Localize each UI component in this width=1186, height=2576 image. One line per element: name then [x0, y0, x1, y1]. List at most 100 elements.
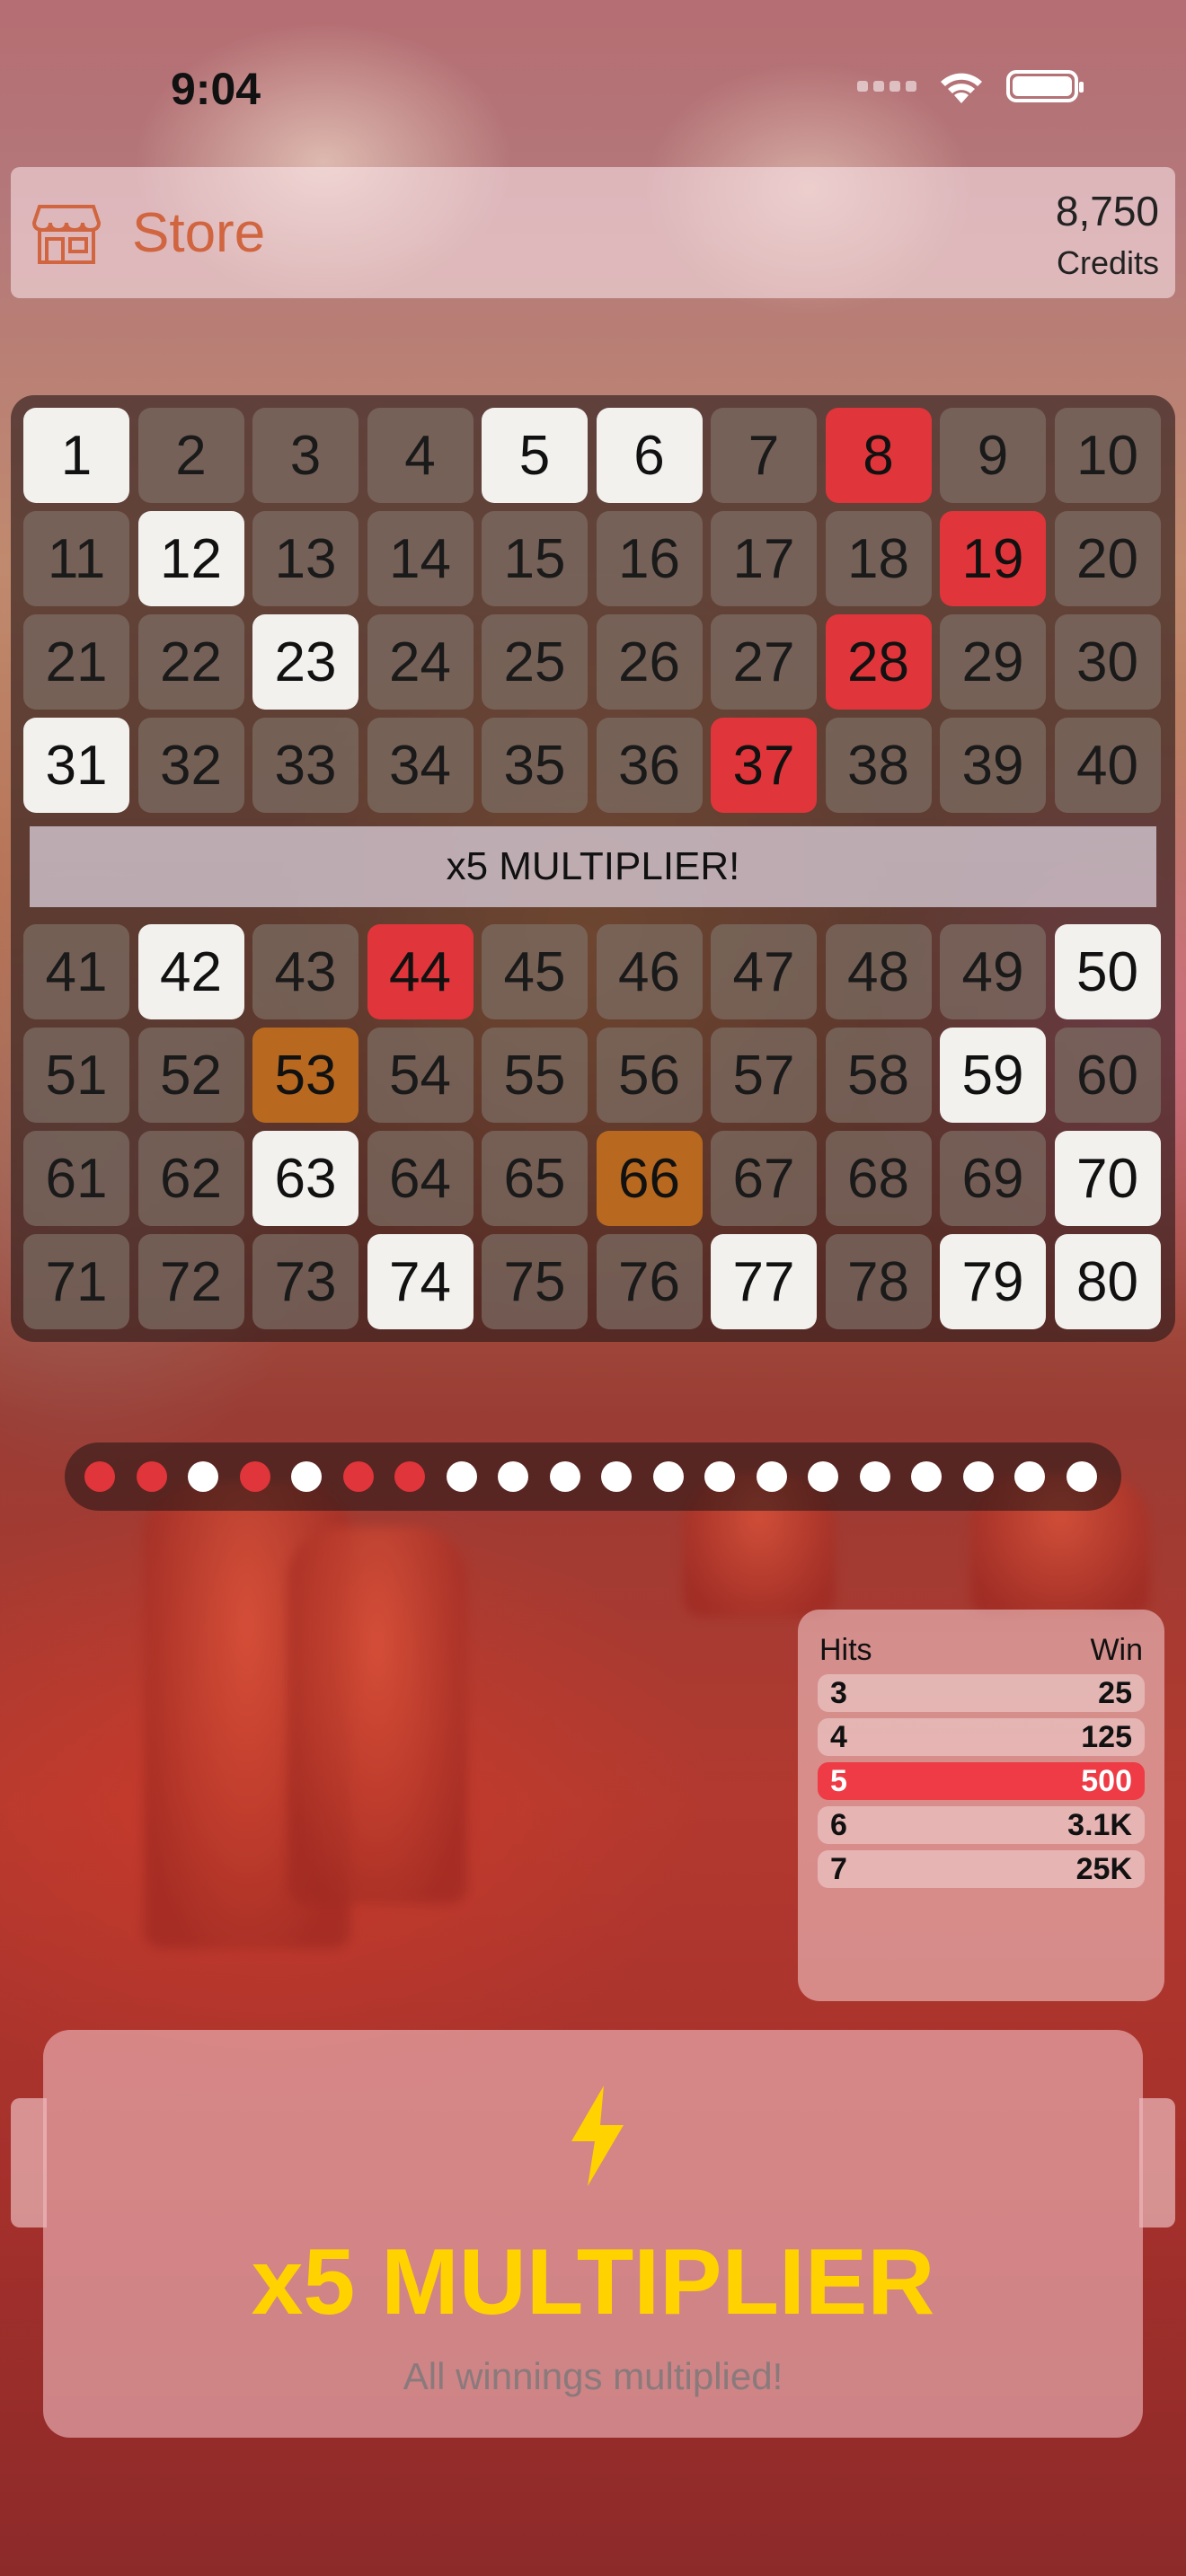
number-cell-65[interactable]: 65 [482, 1131, 588, 1226]
number-cell-68[interactable]: 68 [825, 1131, 932, 1226]
paytable-win: 25K [1075, 1851, 1132, 1886]
store-header[interactable]: Store 8,750 Credits [11, 167, 1175, 298]
hits-header: Hits [819, 1633, 872, 1667]
number-cell-16[interactable]: 16 [596, 511, 703, 606]
number-cell-43[interactable]: 43 [252, 924, 358, 1019]
number-cell-67[interactable]: 67 [711, 1131, 817, 1226]
number-cell-17[interactable]: 17 [711, 511, 817, 606]
draw-dot [704, 1461, 735, 1492]
number-cell-56[interactable]: 56 [596, 1028, 703, 1123]
number-cell-34[interactable]: 34 [367, 718, 474, 813]
number-cell-80[interactable]: 80 [1054, 1234, 1161, 1329]
draw-dot [859, 1461, 890, 1492]
number-cell-35[interactable]: 35 [482, 718, 588, 813]
number-cell-52[interactable]: 52 [137, 1028, 244, 1123]
paytable-rows: 3 25 4 125 5 500 6 3.1K 7 25K [818, 1674, 1145, 1894]
number-cell-57[interactable]: 57 [711, 1028, 817, 1123]
number-cell-45[interactable]: 45 [482, 924, 588, 1019]
number-cell-32[interactable]: 32 [137, 718, 244, 813]
number-cell-77[interactable]: 77 [711, 1234, 817, 1329]
number-cell-20[interactable]: 20 [1054, 511, 1161, 606]
number-cell-64[interactable]: 64 [367, 1131, 474, 1226]
number-cell-78[interactable]: 78 [825, 1234, 932, 1329]
number-cell-49[interactable]: 49 [940, 924, 1046, 1019]
number-cell-42[interactable]: 42 [137, 924, 244, 1019]
paytable-header: Hits Win [819, 1633, 1143, 1668]
number-cell-25[interactable]: 25 [482, 614, 588, 710]
number-cell-73[interactable]: 73 [252, 1234, 358, 1329]
number-cell-46[interactable]: 46 [596, 924, 703, 1019]
number-cell-60[interactable]: 60 [1054, 1028, 1161, 1123]
number-cell-10[interactable]: 10 [1054, 408, 1161, 503]
number-cell-11[interactable]: 11 [23, 511, 129, 606]
number-cell-61[interactable]: 61 [23, 1131, 129, 1226]
number-cell-28[interactable]: 28 [825, 614, 932, 710]
number-cell-41[interactable]: 41 [23, 924, 129, 1019]
paytable-row: 7 25K [818, 1850, 1145, 1888]
number-cell-22[interactable]: 22 [137, 614, 244, 710]
number-cell-74[interactable]: 74 [367, 1234, 474, 1329]
number-cell-40[interactable]: 40 [1054, 718, 1161, 813]
number-cell-66[interactable]: 66 [596, 1131, 703, 1226]
number-cell-13[interactable]: 13 [252, 511, 358, 606]
number-cell-15[interactable]: 15 [482, 511, 588, 606]
number-cell-59[interactable]: 59 [940, 1028, 1046, 1123]
win-header: Win [1090, 1633, 1143, 1667]
number-cell-26[interactable]: 26 [596, 614, 703, 710]
number-cell-50[interactable]: 50 [1054, 924, 1161, 1019]
number-cell-19[interactable]: 19 [940, 511, 1046, 606]
number-cell-6[interactable]: 6 [596, 408, 703, 503]
number-cell-62[interactable]: 62 [137, 1131, 244, 1226]
number-cell-29[interactable]: 29 [940, 614, 1046, 710]
number-cell-21[interactable]: 21 [23, 614, 129, 710]
number-cell-71[interactable]: 71 [23, 1234, 129, 1329]
number-cell-55[interactable]: 55 [482, 1028, 588, 1123]
number-cell-58[interactable]: 58 [825, 1028, 932, 1123]
number-cell-70[interactable]: 70 [1054, 1131, 1161, 1226]
number-cell-75[interactable]: 75 [482, 1234, 588, 1329]
number-cell-31[interactable]: 31 [23, 718, 129, 813]
number-cell-72[interactable]: 72 [137, 1234, 244, 1329]
number-cell-12[interactable]: 12 [137, 511, 244, 606]
number-cell-4[interactable]: 4 [367, 408, 474, 503]
number-cell-5[interactable]: 5 [482, 408, 588, 503]
number-cell-47[interactable]: 47 [711, 924, 817, 1019]
number-cell-30[interactable]: 30 [1054, 614, 1161, 710]
paytable-hits: 3 [830, 1675, 847, 1710]
number-cell-18[interactable]: 18 [825, 511, 932, 606]
number-cell-69[interactable]: 69 [940, 1131, 1046, 1226]
number-cell-27[interactable]: 27 [711, 614, 817, 710]
lightning-bolt-icon [571, 2086, 624, 2186]
number-cell-24[interactable]: 24 [367, 614, 474, 710]
number-cell-53[interactable]: 53 [252, 1028, 358, 1123]
draw-dot [342, 1461, 374, 1492]
number-cell-8[interactable]: 8 [825, 408, 932, 503]
number-cell-38[interactable]: 38 [825, 718, 932, 813]
status-icons [857, 67, 1084, 105]
number-cell-79[interactable]: 79 [940, 1234, 1046, 1329]
number-cell-37[interactable]: 37 [711, 718, 817, 813]
number-cell-44[interactable]: 44 [367, 924, 474, 1019]
number-cell-54[interactable]: 54 [367, 1028, 474, 1123]
number-cell-7[interactable]: 7 [711, 408, 817, 503]
store-icon [32, 205, 101, 264]
number-cell-1[interactable]: 1 [23, 408, 129, 503]
number-cell-63[interactable]: 63 [252, 1131, 358, 1226]
keno-board: 1 2 3 4 5 6 7 8 9 10 11 12 13 14 15 16 17 18 19 20 21 22 23 24 2… [11, 395, 1175, 1342]
number-cell-14[interactable]: 14 [367, 511, 474, 606]
number-cell-3[interactable]: 3 [252, 408, 358, 503]
draw-dot [291, 1461, 322, 1492]
number-cell-48[interactable]: 48 [825, 924, 932, 1019]
number-cell-33[interactable]: 33 [252, 718, 358, 813]
number-cell-76[interactable]: 76 [596, 1234, 703, 1329]
number-cell-36[interactable]: 36 [596, 718, 703, 813]
number-cell-51[interactable]: 51 [23, 1028, 129, 1123]
draw-dot [188, 1461, 218, 1492]
paytable-win: 3.1K [1067, 1807, 1132, 1842]
number-cell-39[interactable]: 39 [940, 718, 1046, 813]
number-cell-9[interactable]: 9 [940, 408, 1046, 503]
number-cell-2[interactable]: 2 [137, 408, 244, 503]
draw-dot [911, 1461, 942, 1492]
number-grid-bottom: 41 42 43 44 45 46 47 48 49 50 51 52 53 54 55 56 57 58 59 60… [23, 924, 1161, 1329]
number-cell-23[interactable]: 23 [252, 614, 358, 710]
